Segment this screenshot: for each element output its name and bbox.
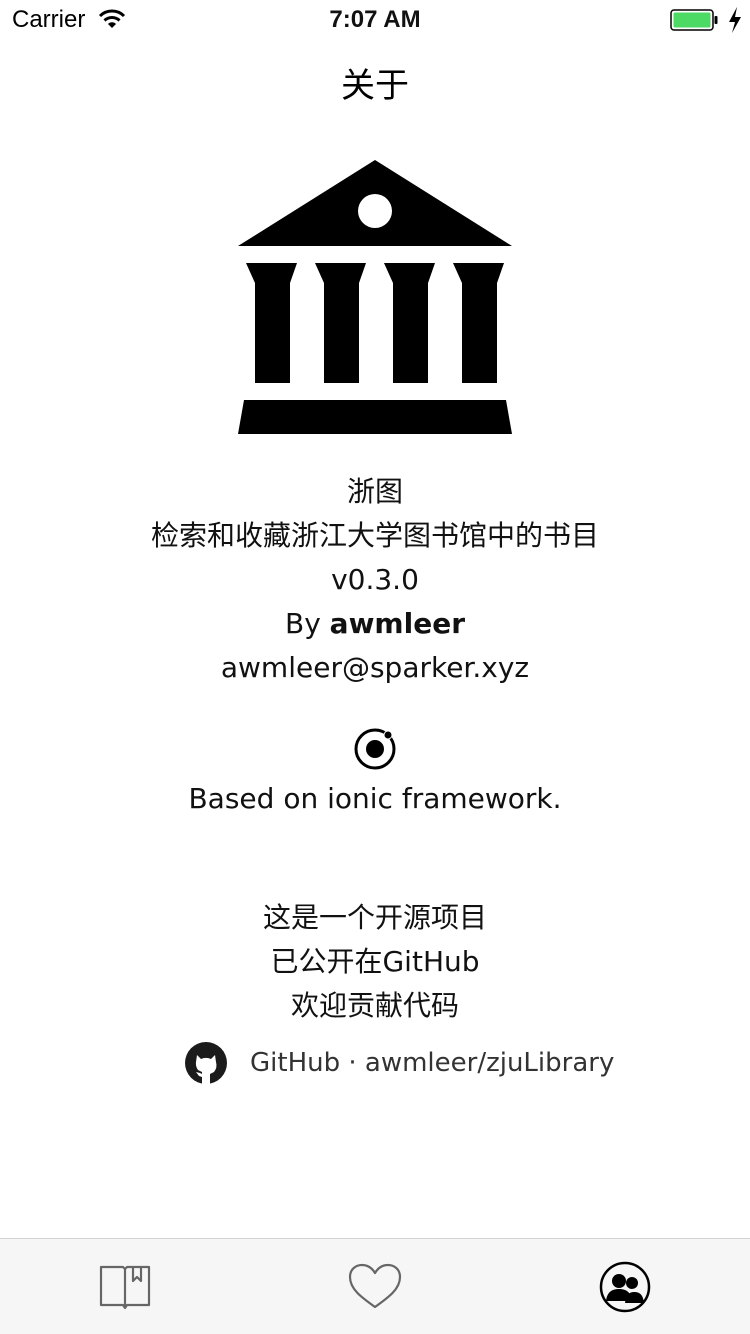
- book-icon: [99, 1265, 151, 1309]
- people-icon: [599, 1261, 651, 1312]
- battery-icon: [670, 9, 718, 31]
- open-source-info: 这是一个开源项目 已公开在GitHub 欢迎贡献代码: [0, 896, 750, 1028]
- author-name: awmleer: [329, 607, 465, 640]
- app-name: 浙图: [346, 475, 403, 508]
- github-icon: [185, 1042, 227, 1084]
- about-screen: Carrier 7:07 AM 关于 浙图 检索和收藏浙江大学图书馆中的书目 v…: [0, 0, 750, 1334]
- tab-favorites[interactable]: [250, 1239, 500, 1334]
- tab-bar: [0, 1238, 750, 1334]
- charging-icon: [729, 7, 741, 33]
- tab-search[interactable]: [0, 1239, 250, 1334]
- github-link[interactable]: GitHub · awmleer/zjuLibrary: [184, 1040, 614, 1086]
- author-prefix: By: [284, 607, 321, 640]
- framework-text: Based on ionic framework.: [188, 782, 562, 815]
- app-info: 浙图 检索和收藏浙江大学图书馆中的书目 v0.3.0 By awmleer aw…: [0, 470, 750, 690]
- page-title: 关于: [341, 66, 409, 106]
- open-source-line: 欢迎贡献代码: [290, 989, 459, 1022]
- app-description: 检索和收藏浙江大学图书馆中的书目: [150, 519, 599, 552]
- library-building-icon: [238, 160, 512, 434]
- tab-about[interactable]: [500, 1239, 750, 1334]
- author-email[interactable]: awmleer@sparker.xyz: [0, 646, 750, 690]
- ionic-icon: [354, 728, 396, 770]
- app-version: v0.3.0: [331, 563, 419, 596]
- status-time: 7:07 AM: [329, 6, 421, 33]
- heart-icon: [348, 1263, 402, 1308]
- open-source-line: 已公开在GitHub: [270, 945, 480, 978]
- status-bar: Carrier 7:07 AM: [0, 0, 750, 40]
- open-source-line: 这是一个开源项目: [262, 901, 487, 934]
- github-link-text[interactable]: GitHub · awmleer/zjuLibrary: [250, 1048, 614, 1078]
- author-line: By awmleer: [0, 602, 750, 646]
